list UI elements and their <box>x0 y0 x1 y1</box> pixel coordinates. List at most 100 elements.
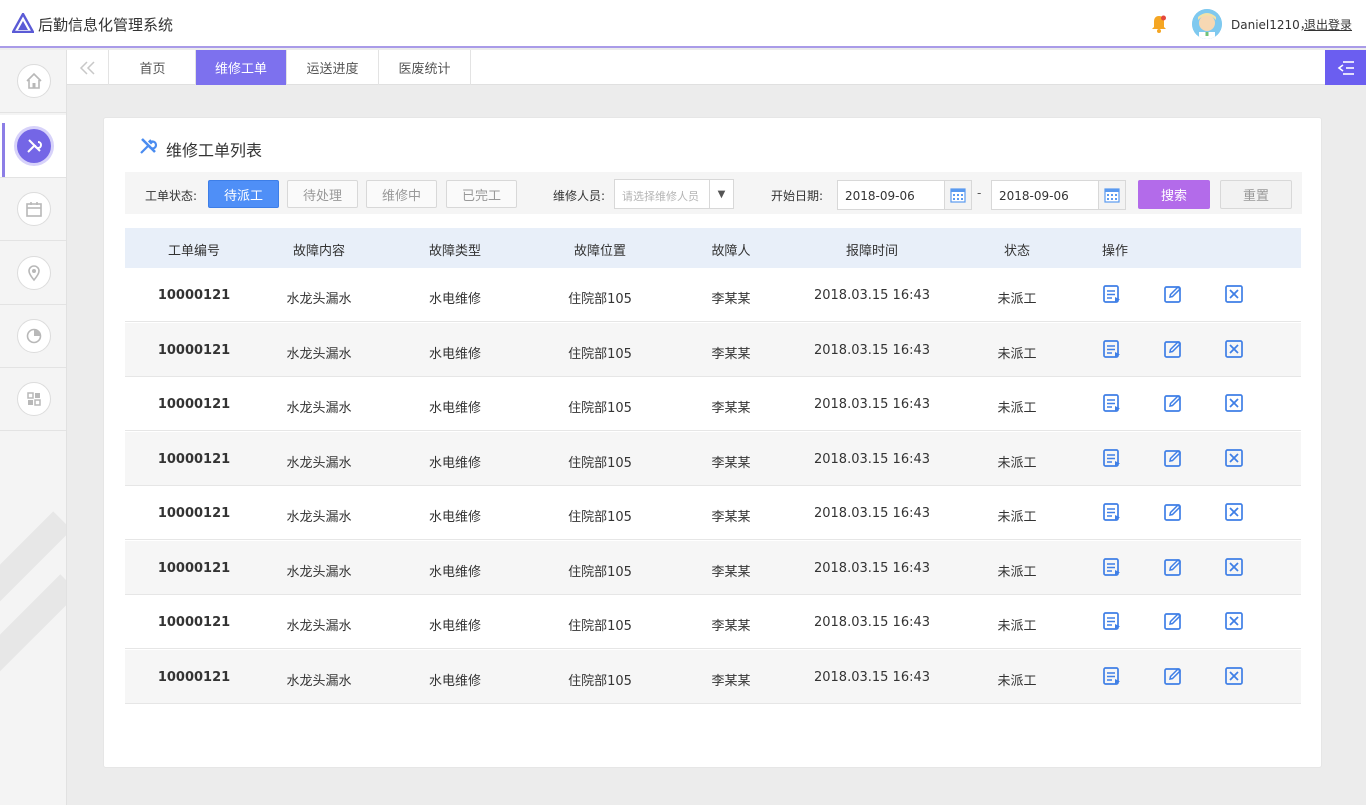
delete-icon[interactable] <box>1224 611 1244 631</box>
rail-item-location[interactable] <box>0 242 66 305</box>
view-detail-icon[interactable] <box>1102 666 1122 686</box>
table-row: 10000121 水龙头漏水 水电维修 住院部105 李某某 2018.03.15 16:… <box>125 486 1301 540</box>
collapse-tabs-button[interactable] <box>67 50 109 85</box>
date-to-input[interactable]: 2018-09-06 <box>991 180 1126 210</box>
pie-chart-icon <box>26 328 41 344</box>
table-row: 10000121 水龙头漏水 水电维修 住院部105 李某某 2018.03.15 16:… <box>125 649 1301 704</box>
rail-item-home[interactable] <box>0 50 66 113</box>
table-cell: 水龙头漏水 <box>286 401 352 416</box>
column-header: 工单编号 <box>167 244 221 259</box>
puzzle-icon <box>26 392 41 406</box>
column-header: 故障人 <box>711 244 751 259</box>
table-cell: 水电维修 <box>428 510 482 525</box>
view-detail-icon[interactable] <box>1102 393 1122 413</box>
delete-icon[interactable] <box>1224 448 1244 468</box>
table-cell: 住院部105 <box>568 673 632 689</box>
filter-bar: 工单状态: 待派工 待处理 维修中 已完工 维修人员: 请选择维修人员 ▼ 开始… <box>125 172 1302 214</box>
delete-icon[interactable] <box>1224 557 1244 577</box>
calendar-picker-icon[interactable] <box>1098 181 1125 209</box>
edit-icon[interactable] <box>1163 611 1183 631</box>
date-to-value: 2018-09-06 <box>999 189 1069 203</box>
table-cell: 李某某 <box>711 401 751 416</box>
column-header: 故障类型 <box>428 244 482 259</box>
table-cell: 住院部105 <box>568 401 632 416</box>
table-cell: 2018.03.15 16:43 <box>813 560 931 576</box>
rail-item-modules[interactable] <box>0 368 66 431</box>
table-cell: 水电维修 <box>428 401 482 416</box>
status-button-completed[interactable]: 已完工 <box>446 180 517 208</box>
edit-icon[interactable] <box>1163 502 1183 522</box>
edit-icon[interactable] <box>1163 339 1183 359</box>
table-cell: 住院部105 <box>568 346 632 362</box>
delete-icon[interactable] <box>1224 393 1244 413</box>
edit-icon[interactable] <box>1163 448 1183 468</box>
edit-icon[interactable] <box>1163 393 1183 413</box>
repair-staff-select[interactable]: 请选择维修人员 ▼ <box>614 179 734 209</box>
user-name: Daniel1210， <box>1231 18 1312 32</box>
table-cell: 李某某 <box>711 619 751 634</box>
menu-toggle-button[interactable] <box>1325 50 1366 85</box>
dropdown-arrow-icon: ▼ <box>709 180 733 208</box>
date-separator: - <box>977 186 982 200</box>
table-cell: 水龙头漏水 <box>286 564 352 580</box>
logo-icon <box>12 13 34 33</box>
table-cell: 李某某 <box>711 346 751 362</box>
view-detail-icon[interactable] <box>1102 557 1122 577</box>
view-detail-icon[interactable] <box>1102 448 1122 468</box>
tab-transport-progress[interactable]: 运送进度 <box>287 50 379 85</box>
tools-icon <box>140 138 158 154</box>
search-button[interactable]: 搜索 <box>1138 180 1210 209</box>
tab-medical-waste[interactable]: 医废统计 <box>379 50 471 85</box>
calendar-icon <box>25 202 42 217</box>
tab-home[interactable]: 首页 <box>110 50 196 85</box>
delete-icon[interactable] <box>1224 339 1244 359</box>
rail-item-calendar[interactable] <box>0 178 66 241</box>
table-cell: 10000121 <box>157 506 231 521</box>
status-button-pending[interactable]: 待处理 <box>287 180 358 208</box>
view-detail-icon[interactable] <box>1102 611 1122 631</box>
edit-icon[interactable] <box>1163 284 1183 304</box>
column-header: 状态 <box>1003 244 1031 259</box>
status-filter-label: 工单状态: <box>145 189 198 203</box>
view-detail-icon[interactable] <box>1102 284 1122 304</box>
view-detail-icon[interactable] <box>1102 339 1122 359</box>
table-cell: 2018.03.15 16:43 <box>813 669 931 685</box>
table-header: 工单编号 故障内容 故障类型 故障位置 故障人 报障时间 状态 操作 <box>125 228 1301 268</box>
table-cell: 未派工 <box>997 401 1037 416</box>
table-cell: 2018.03.15 16:43 <box>813 342 931 358</box>
table-cell: 住院部105 <box>568 619 632 634</box>
view-detail-icon[interactable] <box>1102 502 1122 522</box>
menu-indent-icon <box>1337 60 1354 75</box>
avatar[interactable] <box>1192 9 1222 39</box>
notification-bell-icon[interactable] <box>1151 15 1167 33</box>
calendar-picker-icon[interactable] <box>944 181 971 209</box>
delete-icon[interactable] <box>1224 284 1244 304</box>
tab-repair-orders[interactable]: 维修工单 <box>196 50 287 85</box>
status-button-in-repair[interactable]: 维修中 <box>366 180 437 208</box>
user-avatar-icon <box>1192 9 1222 39</box>
app-title: 后勤信息化管理系统 <box>38 16 174 34</box>
table-cell: 水电维修 <box>428 455 482 471</box>
logout-link[interactable]: 退出登录 <box>1304 16 1352 33</box>
edit-icon[interactable] <box>1163 666 1183 686</box>
reset-button[interactable]: 重置 <box>1220 180 1292 209</box>
table-cell: 水电维修 <box>428 564 482 580</box>
repair-order-card: 维修工单列表 工单状态: 待派工 待处理 维修中 已完工 维修人员: 请选择维修… <box>103 117 1322 768</box>
table-row: 10000121 水龙头漏水 水电维修 住院部105 李某某 2018.03.15 16:… <box>125 377 1301 431</box>
top-header: 后勤信息化管理系统 Daniel1210， 退出登录 <box>0 0 1366 48</box>
table-cell: 未派工 <box>997 619 1037 634</box>
rail-decoration <box>0 574 66 692</box>
rail-item-statistics[interactable] <box>0 305 66 368</box>
table-cell: 李某某 <box>711 510 751 525</box>
delete-icon[interactable] <box>1224 666 1244 686</box>
column-header: 故障内容 <box>292 244 346 259</box>
edit-icon[interactable] <box>1163 557 1183 577</box>
left-rail <box>0 50 67 805</box>
table-cell: 水电维修 <box>428 292 482 307</box>
date-from-input[interactable]: 2018-09-06 <box>837 180 972 210</box>
table-cell: 水龙头漏水 <box>286 292 352 307</box>
table-cell: 10000121 <box>157 451 231 467</box>
rail-item-repair[interactable] <box>0 115 66 178</box>
delete-icon[interactable] <box>1224 502 1244 522</box>
status-button-pending-dispatch[interactable]: 待派工 <box>208 180 279 208</box>
